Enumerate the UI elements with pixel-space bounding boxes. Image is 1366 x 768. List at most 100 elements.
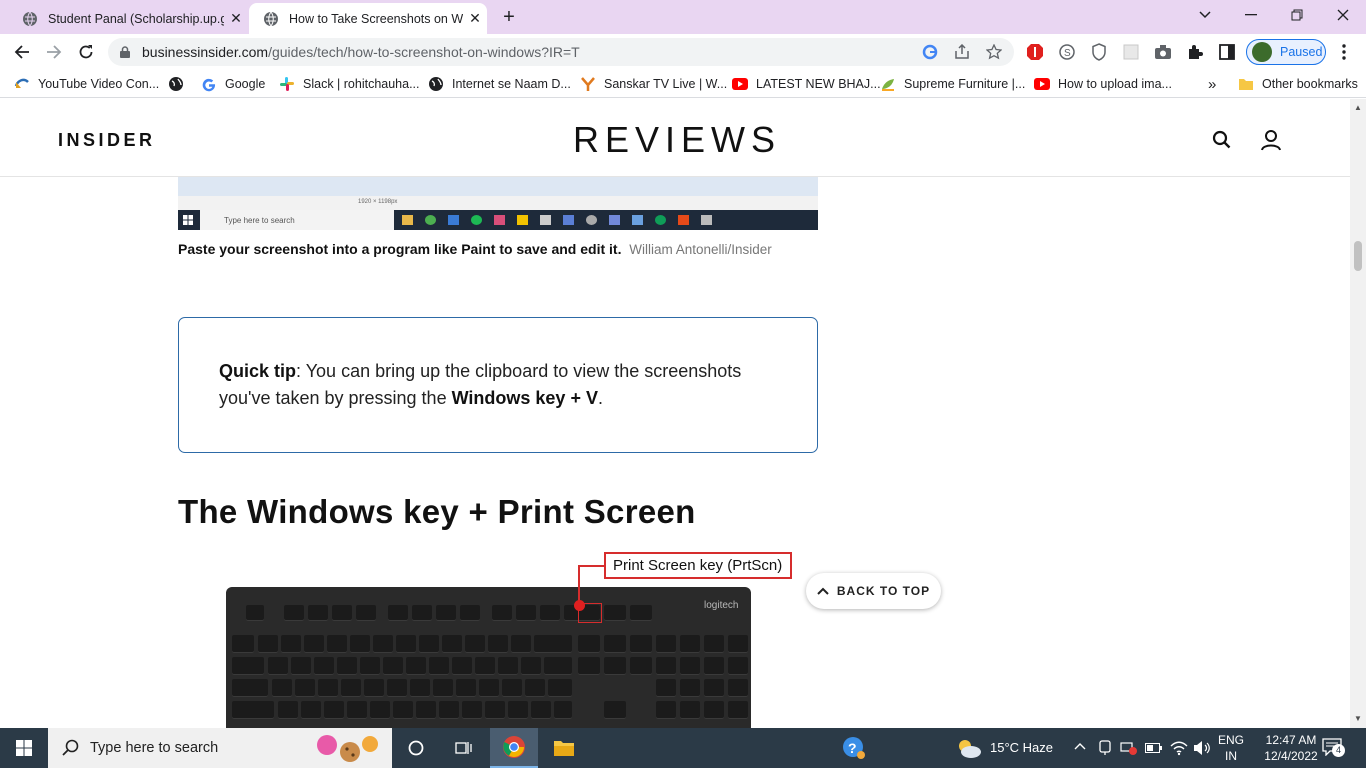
taskbar-help-button[interactable]: ? [830,728,878,768]
back-to-top-label: BACK TO TOP [836,584,931,598]
keyboard-key [295,679,315,697]
camera-extension-icon[interactable] [1153,42,1173,62]
svg-text:S: S [1064,48,1071,59]
taskbar-file-explorer-button[interactable] [540,728,588,768]
wifi-icon[interactable] [1170,740,1188,756]
curved-arrow-icon [14,78,29,88]
bookmark-how-to-upload[interactable]: How to upload ima... [1034,75,1172,93]
search-icon[interactable] [1211,129,1233,151]
bookmark-star-icon[interactable] [986,44,1002,60]
start-button[interactable] [0,728,48,768]
browser-menu-button[interactable] [1334,42,1354,62]
close-tab-icon[interactable]: ✕ [224,10,248,27]
weather-cloud-icon[interactable] [955,737,983,759]
url-host: businessinsider.com [142,44,269,60]
tab-search-button[interactable] [1182,2,1228,28]
bookmark-label: Internet se Naam D... [452,77,571,91]
scrollbar-thumb[interactable] [1354,241,1362,271]
reload-button[interactable] [72,38,100,66]
volume-icon[interactable] [1193,740,1211,756]
other-bookmarks-folder[interactable]: Other bookmarks [1238,75,1358,93]
caption-text: Paste your screenshot into a program lik… [178,241,622,257]
keyboard-key [332,605,352,621]
taskbar-chrome-button[interactable] [490,728,538,768]
keyboard-key [324,701,344,719]
profile-button[interactable]: Paused [1246,39,1326,65]
close-tab-icon[interactable]: ✕ [463,10,487,27]
google-icon[interactable] [922,44,938,60]
keyboard-key [412,605,432,621]
globe-icon [429,77,443,91]
page-scrollbar[interactable]: ▲ ▼ [1350,99,1366,728]
bookmark-slack[interactable]: Slack | rohitchauha... [279,75,420,93]
keyboard-key [370,701,390,719]
keyboard-key [462,701,482,719]
bookmark-internet-se-naam[interactable]: Internet se Naam D... [428,75,571,93]
adblock-extension-icon[interactable] [1025,42,1045,62]
side-panel-icon[interactable] [1217,42,1237,62]
bookmark-label: Supreme Furniture |... [904,77,1026,91]
keyboard-key [578,657,600,675]
bookmark-google[interactable]: Google [201,75,265,93]
chevron-up-icon[interactable] [1074,742,1086,750]
bookmark-supreme-furniture[interactable]: Supreme Furniture |... [880,75,1025,93]
bookmark-label: Sanskar TV Live | W... [604,77,728,91]
shield-extension-icon[interactable] [1089,42,1109,62]
new-tab-button[interactable]: + [497,6,521,30]
folder-icon [1239,79,1253,90]
input-language-indicator[interactable]: ENG IN [1214,732,1248,764]
weather-text[interactable]: 15°C Haze [990,740,1053,755]
back-to-top-button[interactable]: BACK TO TOP [806,573,941,609]
keyboard-key [410,679,430,697]
back-button[interactable] [8,38,36,66]
minimize-button[interactable] [1228,2,1274,28]
keyboard-key [604,605,626,621]
system-clock[interactable]: 12:47 AM 12/4/2022 [1255,732,1327,764]
keyboard-key [341,679,361,697]
slack-icon [280,77,294,91]
bookmark-youtube-video-con[interactable]: YouTube Video Con... [14,75,159,93]
grid-extension-icon[interactable] [1121,42,1141,62]
share-icon[interactable] [954,44,970,60]
keyboard-key [604,635,626,653]
tab-how-to-screenshot[interactable]: How to Take Screenshots on Win ✕ [249,3,487,34]
globe-icon [169,77,183,91]
extensions-puzzle-icon[interactable] [1185,42,1205,62]
bookmark-globe[interactable] [168,75,192,93]
tab-student-panal[interactable]: Student Panal (Scholarship.up.go ✕ [8,3,248,34]
bookmark-label: Other bookmarks [1262,77,1358,91]
image-status-bar: 1920 × 1198px [178,196,818,210]
keyboard-key [728,679,748,697]
keyboard-key [304,635,324,653]
keyboard-key [291,657,311,675]
restore-button[interactable] [1274,2,1320,28]
meet-now-icon[interactable] [1098,740,1112,756]
bookmark-latest-new-bhaj[interactable]: LATEST NEW BHAJ... [732,75,881,93]
url-text: businessinsider.com/guides/tech/how-to-s… [142,44,580,60]
address-bar[interactable]: businessinsider.com/guides/tech/how-to-s… [108,38,1014,66]
image-taskbar-search: Type here to search [200,210,394,230]
scroll-up-arrow-icon[interactable]: ▲ [1354,103,1362,112]
keyboard-key [350,635,370,653]
chevron-up-icon [817,587,829,595]
network-error-icon[interactable] [1120,740,1138,756]
insider-logo[interactable]: INSIDER [58,130,156,151]
keyboard-key [511,635,531,653]
keyboard-key [630,635,652,653]
taskbar-search-box[interactable]: Type here to search [48,728,392,768]
forward-button[interactable] [40,38,68,66]
bookmarks-overflow-button[interactable]: » [1208,75,1216,93]
reviews-logo[interactable]: REVIEWS [573,119,781,161]
close-window-button[interactable] [1320,2,1366,28]
skype-extension-icon[interactable]: S [1057,42,1077,62]
battery-icon[interactable] [1145,743,1163,753]
bookmark-label: How to upload ima... [1058,77,1172,91]
user-account-icon[interactable] [1260,129,1282,151]
scroll-down-arrow-icon[interactable]: ▼ [1354,714,1362,723]
notification-center-button[interactable]: 4 [1322,738,1346,758]
quick-tip-end: . [597,388,603,408]
cortana-button[interactable] [392,728,440,768]
keyboard-key [479,679,499,697]
task-view-button[interactable] [440,728,488,768]
bookmark-sanskar-tv[interactable]: Sanskar TV Live | W... [580,75,727,93]
